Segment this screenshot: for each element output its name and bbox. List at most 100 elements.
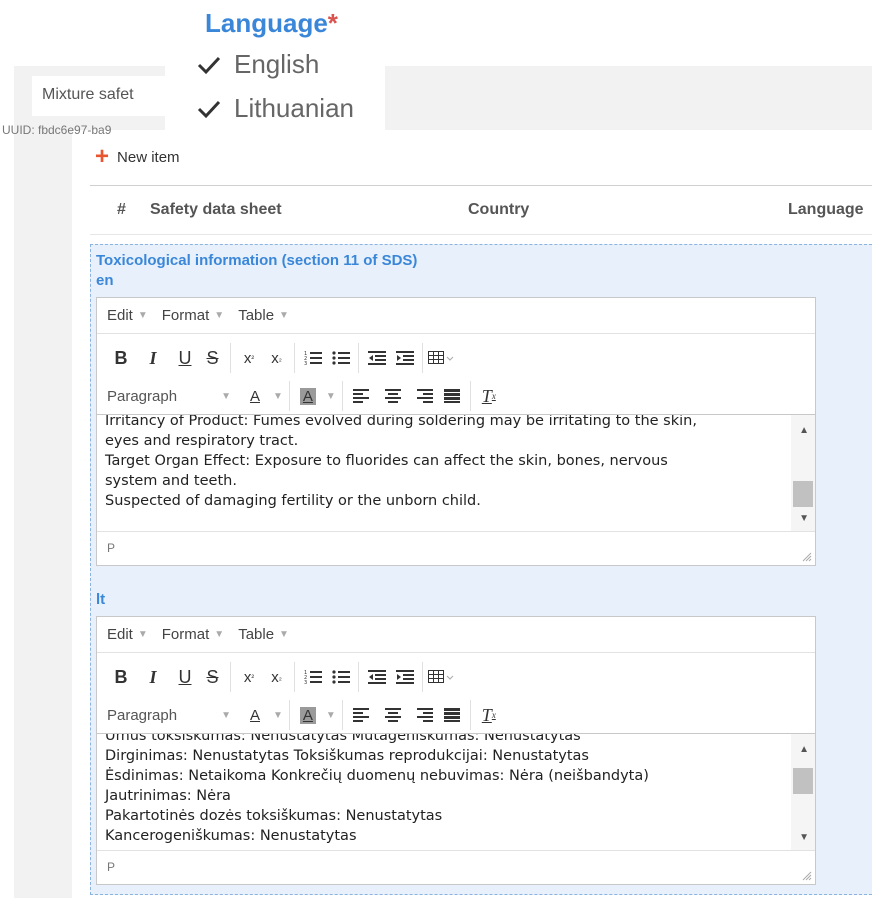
superscript-icon[interactable]: x²	[235, 662, 263, 692]
element-path[interactable]: P	[107, 541, 115, 555]
menu-edit[interactable]: Edit ▼	[107, 307, 148, 324]
superscript-icon[interactable]: x²	[235, 343, 263, 373]
align-right-icon[interactable]	[411, 381, 439, 411]
svg-text:3: 3	[304, 680, 307, 685]
plus-icon: +	[95, 143, 110, 170]
paragraph-select[interactable]: Paragraph ▼	[107, 700, 237, 730]
underline-icon[interactable]: U	[171, 343, 199, 373]
numbered-list-icon[interactable]: 123	[299, 662, 327, 692]
italic-icon[interactable]: I	[139, 662, 167, 692]
language-option-label: Lithuanian	[234, 93, 354, 123]
text-color-icon[interactable]: A	[241, 700, 269, 730]
menu-format-label: Format	[161, 307, 210, 324]
caret-down-icon[interactable]: ▼	[273, 700, 290, 730]
text-color-icon[interactable]: A	[241, 381, 269, 411]
indent-icon[interactable]	[395, 343, 423, 373]
check-icon	[196, 52, 222, 78]
column-header-country[interactable]: Country	[468, 201, 529, 219]
subscript-icon[interactable]: x₂	[267, 343, 295, 373]
scroll-down-icon[interactable]: ▼	[799, 832, 809, 843]
bold-icon[interactable]: B	[107, 343, 135, 373]
align-left-icon[interactable]	[347, 700, 375, 730]
editor-line: Pakartotinės dozės toksiškumas: Nenustat…	[105, 808, 443, 824]
check-icon	[196, 96, 222, 122]
editor-line: Kancerogeniškumas: Nenustatytas	[105, 828, 357, 844]
bullet-list-icon[interactable]	[331, 662, 359, 692]
resize-grip-icon[interactable]	[802, 871, 812, 881]
clear-formatting-icon[interactable]: Tx	[475, 700, 503, 730]
column-header-language[interactable]: Language	[788, 201, 864, 219]
outdent-icon[interactable]	[363, 662, 391, 692]
italic-icon[interactable]: I	[139, 343, 167, 373]
align-justify-icon[interactable]	[443, 381, 471, 411]
caret-down-icon: ▼	[279, 310, 289, 321]
caret-down-icon[interactable]: ▼	[326, 381, 343, 411]
editor-text: Irritancy of Product: Fumes evolved duri…	[105, 415, 785, 511]
scroll-up-icon[interactable]: ▲	[799, 744, 809, 755]
bullet-list-icon[interactable]	[331, 343, 359, 373]
editor-content-area[interactable]: Irritancy of Product: Fumes evolved duri…	[97, 414, 815, 532]
editor-lang-label-lt: lt	[96, 591, 106, 608]
scrollbar-thumb[interactable]	[793, 768, 813, 794]
language-popup-title: Language*	[205, 8, 338, 39]
menu-edit[interactable]: Edit ▼	[107, 626, 148, 643]
caret-down-icon[interactable]: ▼	[273, 381, 290, 411]
scrollbar-thumb[interactable]	[793, 481, 813, 507]
align-center-icon[interactable]	[379, 700, 407, 730]
menu-edit-label: Edit	[107, 307, 133, 324]
editor-line: Ėsdinimas: Netaikoma Konkrečių duomenų n…	[105, 768, 649, 784]
strikethrough-icon[interactable]: S	[203, 343, 231, 373]
language-option-english[interactable]: English	[196, 49, 319, 80]
menu-table[interactable]: Table ▼	[238, 307, 289, 324]
editor-statusbar: P	[97, 531, 815, 565]
clear-formatting-icon[interactable]: Tx	[475, 381, 503, 411]
caret-down-icon: ▼	[221, 390, 231, 402]
rich-text-editor-en: Edit ▼ Format ▼ Table ▼ B I U S x² x₂ 123 P…	[96, 297, 816, 566]
numbered-list-icon[interactable]: 123	[299, 343, 327, 373]
menu-format[interactable]: Format ▼	[162, 307, 224, 324]
element-path[interactable]: P	[107, 860, 115, 874]
editor-line: Jautrinimas: Nėra	[105, 788, 231, 804]
caret-down-icon: ▼	[137, 310, 148, 321]
language-option-lithuanian[interactable]: Lithuanian	[196, 93, 354, 124]
align-justify-icon[interactable]	[443, 700, 471, 730]
outdent-icon[interactable]	[363, 343, 391, 373]
subscript-icon[interactable]: x₂	[267, 662, 295, 692]
background-color-icon[interactable]: A	[294, 700, 322, 730]
editor-content-area[interactable]: Ūmus toksiškumas: Nenustatytas Mutageniš…	[97, 733, 815, 851]
menu-edit-label: Edit	[107, 626, 133, 643]
column-header-sds[interactable]: Safety data sheet	[150, 201, 282, 219]
editor-scrollbar[interactable]: ▲ ▼	[791, 415, 815, 532]
strikethrough-icon[interactable]: S	[203, 662, 231, 692]
editor-line: Suspected of damaging fertility or the u…	[105, 493, 481, 509]
menu-table[interactable]: Table ▼	[238, 626, 289, 643]
menu-format[interactable]: Format ▼	[162, 626, 224, 643]
paragraph-select-label: Paragraph	[107, 706, 178, 724]
align-right-icon[interactable]	[411, 700, 439, 730]
new-item-button[interactable]: + New item	[95, 145, 180, 169]
required-mark: *	[327, 8, 338, 38]
editor-menubar: Edit ▼ Format ▼ Table ▼	[97, 298, 815, 334]
editor-line: Target Organ Effect: Exposure to fluorid…	[105, 453, 668, 469]
background-color-icon[interactable]: A	[294, 381, 322, 411]
caret-down-icon: ▼	[279, 629, 289, 640]
editor-line: system and teeth.	[105, 473, 237, 489]
align-center-icon[interactable]	[379, 381, 407, 411]
scroll-up-icon[interactable]: ▲	[799, 425, 809, 436]
caret-down-icon: ▼	[221, 709, 231, 721]
table-grid-icon[interactable]	[427, 662, 455, 692]
format-toolbar: B I U S x² x₂ 123	[97, 657, 815, 697]
column-header-number[interactable]: #	[117, 201, 126, 219]
resize-grip-icon[interactable]	[802, 552, 812, 562]
editor-scrollbar[interactable]: ▲ ▼	[791, 734, 815, 851]
table-grid-icon[interactable]	[427, 343, 455, 373]
editor-lang-label-en: en	[96, 272, 114, 289]
bold-icon[interactable]: B	[107, 662, 135, 692]
paragraph-select[interactable]: Paragraph ▼	[107, 381, 237, 411]
indent-icon[interactable]	[395, 662, 423, 692]
align-left-icon[interactable]	[347, 381, 375, 411]
caret-down-icon: ▼	[214, 629, 225, 640]
underline-icon[interactable]: U	[171, 662, 199, 692]
scroll-down-icon[interactable]: ▼	[799, 513, 809, 524]
caret-down-icon[interactable]: ▼	[326, 700, 343, 730]
